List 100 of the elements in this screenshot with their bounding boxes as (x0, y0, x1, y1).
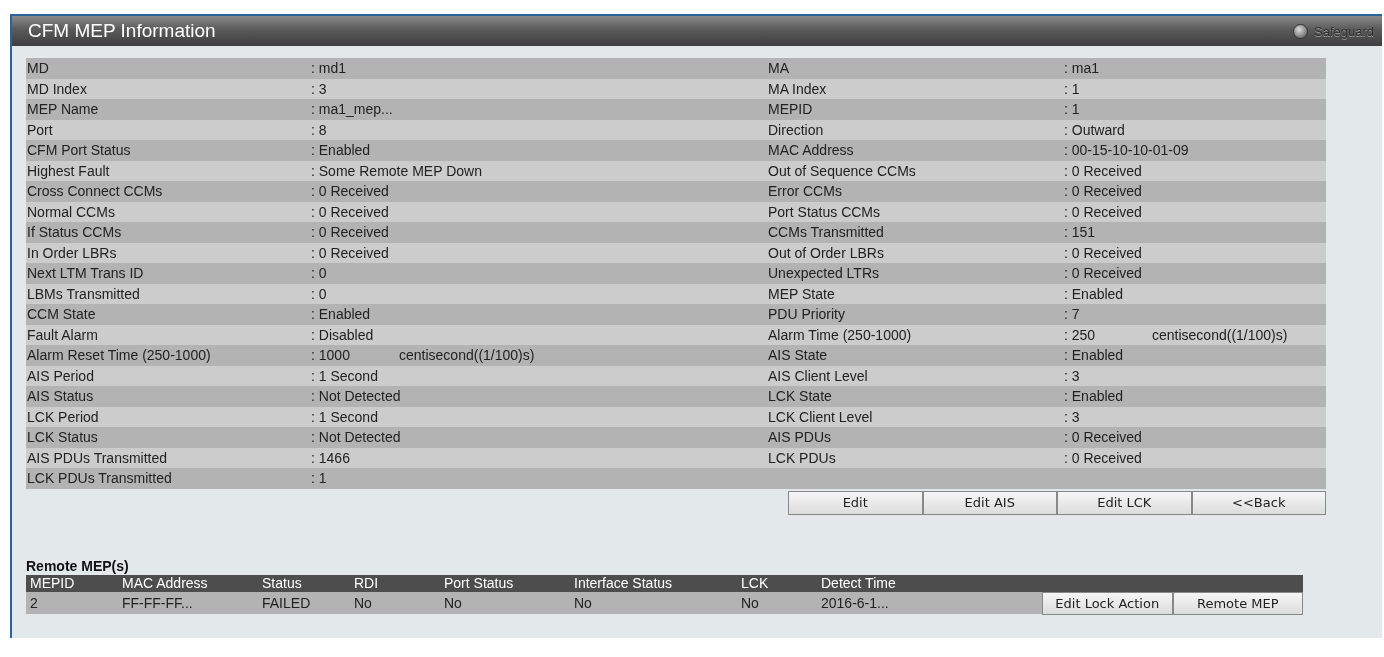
row-action-button[interactable]: Edit Lock Action (1042, 591, 1173, 615)
field-value: : Outward (1064, 120, 1126, 140)
field-value: : 3 (311, 79, 328, 99)
action-button[interactable]: Edit LCK (1057, 490, 1192, 515)
column-header: Status (258, 574, 350, 592)
field-label: LCK Status (27, 428, 98, 447)
field-label: If Status CCMs (27, 223, 122, 242)
field-label: MEP Name (27, 100, 99, 119)
section-title: Remote MEP(s) (26, 557, 130, 575)
field-label: Next LTM Trans ID (27, 264, 144, 283)
field-label: Port Status CCMs (768, 202, 881, 222)
action-button[interactable]: Edit (788, 490, 923, 515)
field-label: CCM State (27, 305, 96, 324)
field-value: : 3 (1064, 407, 1081, 427)
field-value: : Enabled (1064, 284, 1125, 304)
field-value: : Disabled (311, 325, 375, 345)
field-value: : Not Detected (311, 387, 401, 406)
field-label: PDU Priority (768, 305, 845, 324)
unit-label: centisecond((1/100)s) (399, 346, 535, 365)
field-value: : Some Remote MEP Down (311, 161, 482, 181)
field-value: : Enabled (1064, 346, 1125, 365)
field-label: Out of Order LBRs (768, 243, 884, 263)
field-value: : 1 (1064, 100, 1081, 119)
field-label: LBMs Transmitted (27, 284, 140, 304)
field-value: : 0 Received (1064, 202, 1143, 222)
field-label: Highest Fault (27, 161, 110, 181)
table-cell: 2016-6-1... (817, 591, 1042, 614)
field-value: : 0 Received (1064, 428, 1143, 447)
field-label: Alarm Time (250-1000) (768, 325, 912, 345)
field-value: : ma1 (1064, 59, 1100, 78)
field-value: : 0 Received (1064, 448, 1143, 468)
table-cell: No (737, 591, 817, 614)
field-label: Error CCMs (768, 182, 842, 201)
field-value: : 0 (311, 284, 328, 304)
field-label: MEP State (768, 284, 835, 304)
field-label: AIS Period (27, 366, 94, 386)
field-label: MAC Address (768, 141, 854, 160)
column-header: LCK (737, 574, 817, 592)
field-label: AIS Client Level (768, 366, 868, 386)
column-header: Port Status (440, 574, 570, 592)
field-label: Unexpected LTRs (768, 264, 879, 283)
field-value: : Not Detected (311, 428, 401, 447)
table-cell: FAILED (258, 591, 350, 614)
field-value: : Enabled (311, 305, 372, 324)
field-label: Out of Sequence CCMs (768, 161, 916, 181)
field-label: MA Index (768, 79, 827, 99)
field-label: Port (27, 120, 53, 140)
column-header: RDI (350, 574, 440, 592)
field-label: AIS Status (27, 387, 94, 406)
field-value: : 3 (1064, 366, 1081, 386)
field-value: : 0 Received (1064, 264, 1143, 283)
field-label: In Order LBRs (27, 243, 117, 263)
field-label: Alarm Reset Time (250-1000) (27, 346, 211, 365)
field-label: LCK Client Level (768, 407, 873, 427)
field-value: : 0 (311, 264, 328, 283)
table-cell: No (440, 591, 570, 614)
status-dot-icon (1293, 23, 1308, 39)
row-action-button[interactable]: Remote MEP (1172, 591, 1303, 615)
field-label: MA (768, 59, 789, 78)
field-label: MD Index (27, 79, 87, 99)
field-value: : 0 Received (311, 202, 390, 222)
field-label: MEPID (768, 100, 813, 119)
table-cell: 2 (26, 591, 118, 614)
action-button[interactable]: <<Back (1191, 490, 1326, 515)
field-value: : ma1_mep... (311, 100, 394, 119)
field-label: MD (27, 59, 49, 78)
table-cell: No (570, 591, 737, 614)
table-cell: FF-FF-FF... (118, 591, 258, 614)
field-label: AIS PDUs (768, 428, 831, 447)
field-value: : 8 (311, 120, 328, 140)
field-value: : 250 (1064, 325, 1097, 345)
field-value: : 7 (1064, 305, 1081, 324)
field-label: LCK Period (27, 407, 99, 427)
column-header: MEPID (26, 574, 118, 592)
field-label: Normal CCMs (27, 202, 115, 222)
field-value: : 0 Received (1064, 182, 1143, 201)
column-header: Interface Status (570, 574, 737, 592)
field-value: : md1 (311, 59, 347, 78)
column-header: MAC Address (118, 574, 258, 592)
field-label: Fault Alarm (27, 325, 98, 345)
panel-title: CFM MEP Information (28, 20, 216, 42)
field-value: : 1000 (311, 346, 351, 365)
field-label: LCK PDUs (768, 448, 836, 468)
field-label: CCMs Transmitted (768, 223, 884, 242)
field-value: : 1 Second (311, 366, 379, 386)
field-label: Direction (768, 120, 824, 140)
field-value: : 1466 (311, 448, 351, 468)
field-value: : 0 Received (1064, 243, 1143, 263)
field-label: Cross Connect CCMs (27, 182, 163, 201)
unit-label: centisecond((1/100)s) (1152, 325, 1288, 345)
field-value: : 1 (1064, 79, 1081, 99)
action-button[interactable]: Edit AIS (922, 490, 1057, 515)
field-value: : 1 Second (311, 407, 379, 427)
field-value: : Enabled (311, 141, 372, 160)
field-value: : 0 Received (311, 223, 390, 242)
field-value: : 1 (311, 469, 328, 488)
field-label: CFM Port Status (27, 141, 131, 160)
field-value: : 0 Received (1064, 161, 1143, 181)
field-label: LCK PDUs Transmitted (27, 469, 172, 488)
field-value: : 0 Received (311, 243, 390, 263)
